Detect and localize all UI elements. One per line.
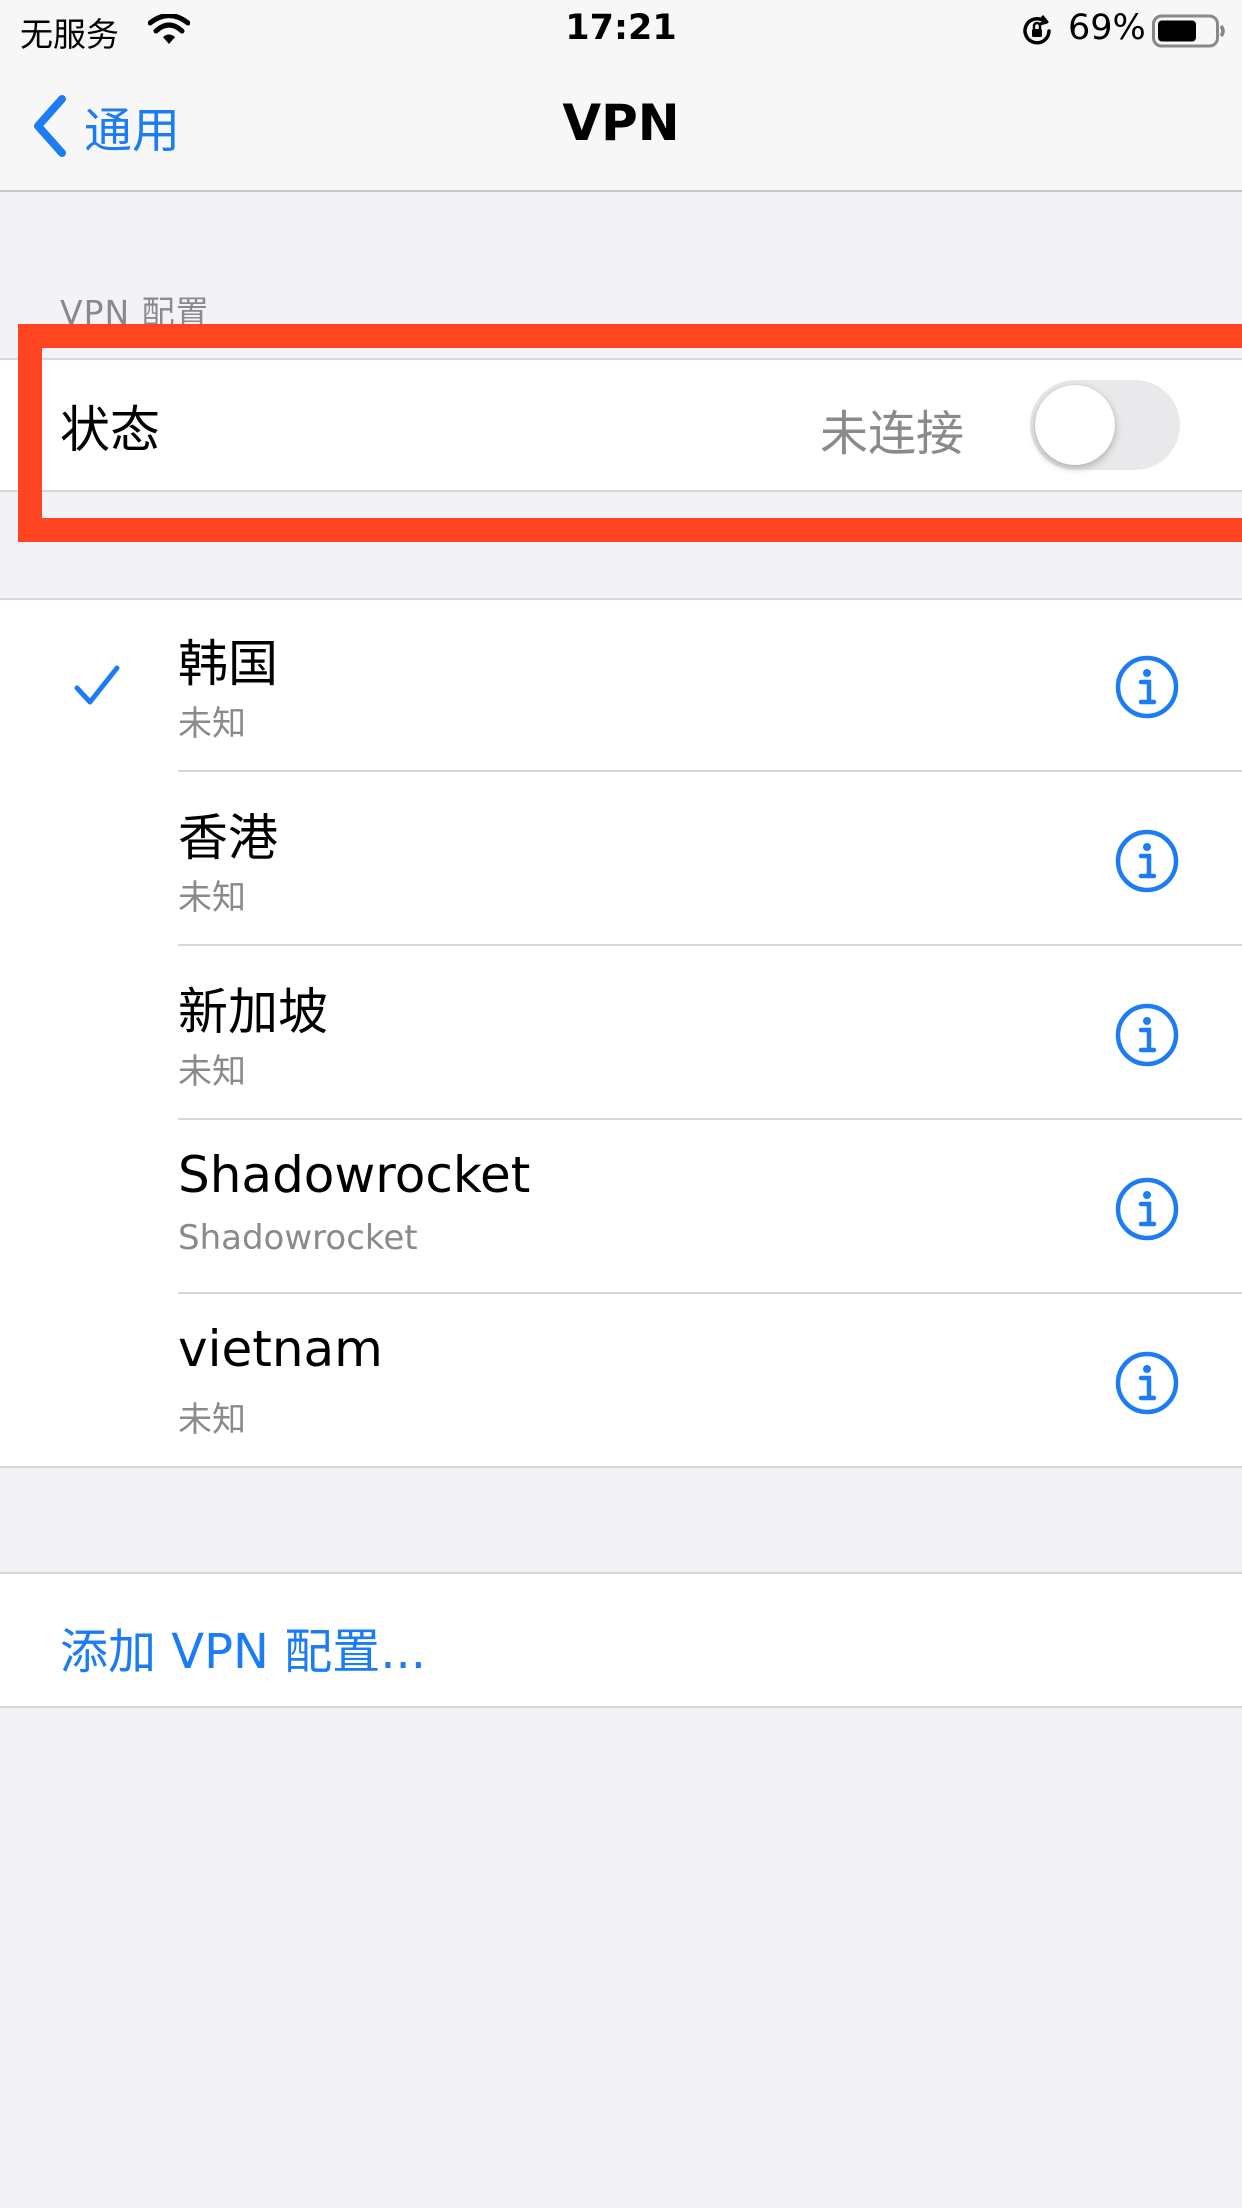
- page-title: VPN: [562, 94, 680, 152]
- vpn-name: vietnam: [178, 1320, 383, 1378]
- info-icon[interactable]: [1114, 828, 1180, 894]
- orientation-lock-icon: [1023, 15, 1051, 45]
- info-icon[interactable]: [1114, 1176, 1180, 1242]
- battery-icon: [1152, 14, 1225, 48]
- info-icon[interactable]: [1114, 1002, 1180, 1068]
- vpn-row-singapore[interactable]: 新加坡 未知: [0, 946, 1242, 1120]
- battery-percentage: 69%: [1068, 8, 1146, 48]
- info-icon[interactable]: [1114, 654, 1180, 720]
- vpn-row-vietnam[interactable]: vietnam 未知: [0, 1294, 1242, 1468]
- vpn-status: 未知: [178, 1400, 246, 1440]
- vpn-row-korea[interactable]: 韩国 未知: [0, 598, 1242, 772]
- vpn-row-hongkong[interactable]: 香港 未知: [0, 772, 1242, 946]
- vpn-status: 未知: [178, 1052, 246, 1092]
- vpn-row-shadowrocket[interactable]: Shadowrocket Shadowrocket: [0, 1120, 1242, 1294]
- vpn-name: 香港: [178, 809, 278, 867]
- vpn-name: 新加坡: [178, 983, 328, 1041]
- vpn-name: Shadowrocket: [178, 1146, 531, 1204]
- highlight-annotation-box: [18, 324, 1242, 542]
- vpn-name: 韩国: [178, 635, 278, 693]
- status-time: 17:21: [565, 8, 677, 48]
- add-vpn-config-label: 添加 VPN 配置...: [60, 1624, 426, 1680]
- info-icon[interactable]: [1114, 1350, 1180, 1416]
- vpn-status: 未知: [178, 704, 246, 744]
- checkmark-icon: [74, 665, 120, 705]
- vpn-status: Shadowrocket: [178, 1218, 418, 1258]
- vpn-status: 未知: [178, 878, 246, 918]
